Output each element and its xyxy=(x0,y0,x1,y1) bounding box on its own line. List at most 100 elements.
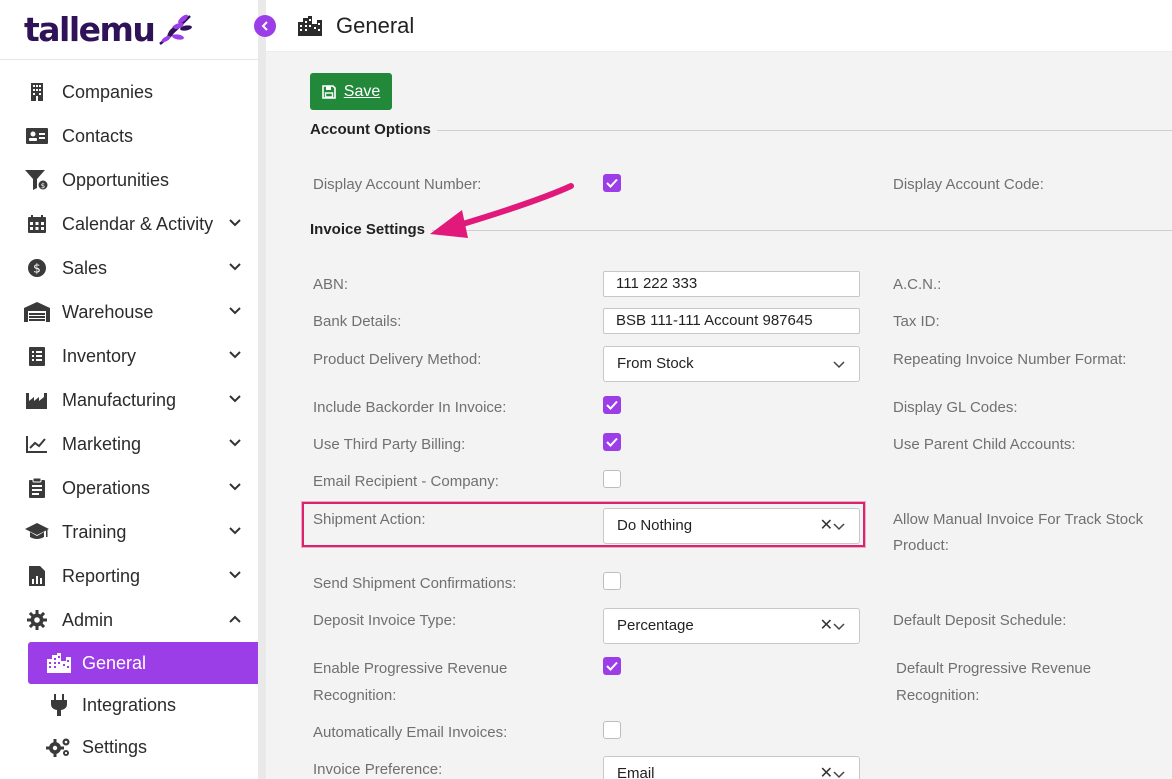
default-progressive-revenue-label-line1: Default Progressive Revenue xyxy=(896,660,1092,677)
sidebar-divider[interactable] xyxy=(258,0,266,779)
clear-icon[interactable]: ✕ xyxy=(820,509,833,543)
email-recipient-company-checkbox[interactable] xyxy=(603,470,621,488)
shipment-action-label: Shipment Action: xyxy=(313,511,426,528)
clear-icon[interactable]: ✕ xyxy=(820,609,833,643)
checkmark-icon xyxy=(606,437,618,447)
allow-manual-invoice-label-line2: Product: xyxy=(893,537,949,554)
sidebar-item-calendar-activity[interactable]: Calendar & Activity xyxy=(0,202,258,246)
sidebar-item-label: Marketing xyxy=(62,433,142,454)
sidebar-item-warehouse[interactable]: Warehouse xyxy=(0,290,258,334)
sidebar-item-label: Operations xyxy=(62,477,151,498)
automatically-email-invoices-checkbox[interactable] xyxy=(603,721,621,739)
sidebar-nav: Companies Contacts $ Opportunities Calen… xyxy=(0,70,261,768)
send-shipment-confirmations-label: Send Shipment Confirmations: xyxy=(313,575,517,592)
sidebar-item-training[interactable]: Training xyxy=(0,510,258,554)
sidebar-item-label: Inventory xyxy=(62,345,137,366)
clear-icon[interactable]: ✕ xyxy=(820,757,833,779)
leaf-sprig-icon xyxy=(159,14,193,45)
deposit-invoice-type-select[interactable]: Percentage ✕ xyxy=(603,608,860,644)
sidebar-subitem-general[interactable]: General xyxy=(28,642,261,684)
sidebar-subitem-settings[interactable]: Settings xyxy=(0,726,258,768)
sidebar-item-reporting[interactable]: Reporting xyxy=(0,554,258,598)
sidebar-item-label: Training xyxy=(62,521,127,542)
chevron-down-icon[interactable] xyxy=(228,524,242,538)
email-recipient-company-label: Email Recipient - Company: xyxy=(313,473,499,490)
shipment-action-select[interactable]: Do Nothing ✕ xyxy=(603,508,860,544)
display-account-number-checkbox[interactable] xyxy=(603,174,621,192)
acn-label: A.C.N.: xyxy=(893,276,942,293)
select-value: From Stock xyxy=(617,355,694,372)
sidebar-item-label: Opportunities xyxy=(62,169,170,190)
chevron-down-icon[interactable] xyxy=(228,568,242,582)
automatically-email-invoices-label: Automatically Email Invoices: xyxy=(313,724,508,741)
tallemu-logo[interactable]: tallemu xyxy=(24,6,194,52)
section-title-invoice-settings: Invoice Settings xyxy=(310,221,426,238)
building-icon xyxy=(24,80,50,104)
sidebar-item-operations[interactable]: Operations xyxy=(0,466,258,510)
sidebar-item-admin[interactable]: Admin xyxy=(0,598,258,642)
logo-divider xyxy=(0,59,258,60)
bank-details-label: Bank Details: xyxy=(313,313,402,330)
logo-text: tallemu xyxy=(24,9,156,49)
chevron-up-icon[interactable] xyxy=(228,612,242,626)
bank-details-input[interactable]: BSB 111-111 Account 987645 xyxy=(603,308,860,334)
sidebar-item-inventory[interactable]: Inventory xyxy=(0,334,258,378)
chevron-down-icon[interactable] xyxy=(833,623,845,631)
section-title-account-options: Account Options xyxy=(310,121,431,138)
chevron-down-icon[interactable] xyxy=(228,348,242,362)
abn-input[interactable]: 111 222 333 xyxy=(603,271,860,297)
section-divider xyxy=(437,130,1172,131)
deposit-invoice-type-label: Deposit Invoice Type: xyxy=(313,612,457,629)
sidebar-item-opportunities[interactable]: $ Opportunities xyxy=(0,158,258,202)
factory-icon xyxy=(24,388,50,412)
chevron-down-icon[interactable] xyxy=(833,361,845,369)
sidebar-subitem-label: Integrations xyxy=(82,694,177,715)
chevron-down-icon[interactable] xyxy=(833,523,845,531)
warehouse-icon xyxy=(24,300,50,324)
sidebar-item-sales[interactable]: $ Sales xyxy=(0,246,258,290)
chevron-down-icon[interactable] xyxy=(228,304,242,318)
city-icon xyxy=(298,15,322,36)
page-title: General xyxy=(336,12,415,38)
invoice-preference-select[interactable]: Email ✕ xyxy=(603,756,860,779)
use-third-party-billing-label: Use Third Party Billing: xyxy=(313,436,466,453)
svg-text:$: $ xyxy=(33,262,41,276)
save-button[interactable]: Save xyxy=(310,73,392,110)
main-content: Save Account Options Display Account Num… xyxy=(266,52,1172,779)
chevron-down-icon[interactable] xyxy=(228,216,242,230)
default-deposit-schedule-label: Default Deposit Schedule: xyxy=(893,612,1067,629)
trend-chart-icon xyxy=(24,432,50,456)
gear-icon xyxy=(24,608,50,632)
sidebar-item-companies[interactable]: Companies xyxy=(0,70,258,114)
chevron-down-icon[interactable] xyxy=(228,436,242,450)
chevron-down-icon[interactable] xyxy=(228,392,242,406)
use-third-party-billing-checkbox[interactable] xyxy=(603,433,621,451)
product-delivery-method-select[interactable]: From Stock xyxy=(603,346,860,382)
checkmark-icon xyxy=(606,661,618,671)
funnel-dollar-icon: $ xyxy=(24,168,50,192)
allow-manual-invoice-label-line1: Allow Manual Invoice For Track Stock xyxy=(893,511,1144,528)
send-shipment-confirmations-checkbox[interactable] xyxy=(603,572,621,590)
include-backorder-checkbox[interactable] xyxy=(603,396,621,414)
chevron-down-icon[interactable] xyxy=(833,771,845,779)
select-value: Percentage xyxy=(617,617,694,634)
include-backorder-label: Include Backorder In Invoice: xyxy=(313,399,507,416)
display-account-code-label: Display Account Code: xyxy=(893,176,1044,193)
graduation-cap-icon xyxy=(24,520,50,544)
chevron-down-icon[interactable] xyxy=(228,480,242,494)
enable-progressive-revenue-label-line2: Recognition: xyxy=(313,687,397,704)
sidebar-subitem-integrations[interactable]: Integrations xyxy=(0,684,258,726)
repeating-invoice-number-format-label: Repeating Invoice Number Format: xyxy=(893,351,1127,368)
sidebar-item-manufacturing[interactable]: Manufacturing xyxy=(0,378,258,422)
page-header: General xyxy=(266,0,1172,52)
enable-progressive-revenue-checkbox[interactable] xyxy=(603,657,621,675)
floppy-disk-icon xyxy=(321,84,336,99)
chevron-down-icon[interactable] xyxy=(228,260,242,274)
select-value: Do Nothing xyxy=(617,517,693,534)
collapse-sidebar-button[interactable] xyxy=(254,15,276,37)
tax-id-label: Tax ID: xyxy=(893,313,940,330)
invoice-preference-label: Invoice Preference: xyxy=(313,761,443,778)
sidebar-item-contacts[interactable]: Contacts xyxy=(0,114,258,158)
sidebar-item-marketing[interactable]: Marketing xyxy=(0,422,258,466)
dollar-coin-icon: $ xyxy=(24,256,50,280)
